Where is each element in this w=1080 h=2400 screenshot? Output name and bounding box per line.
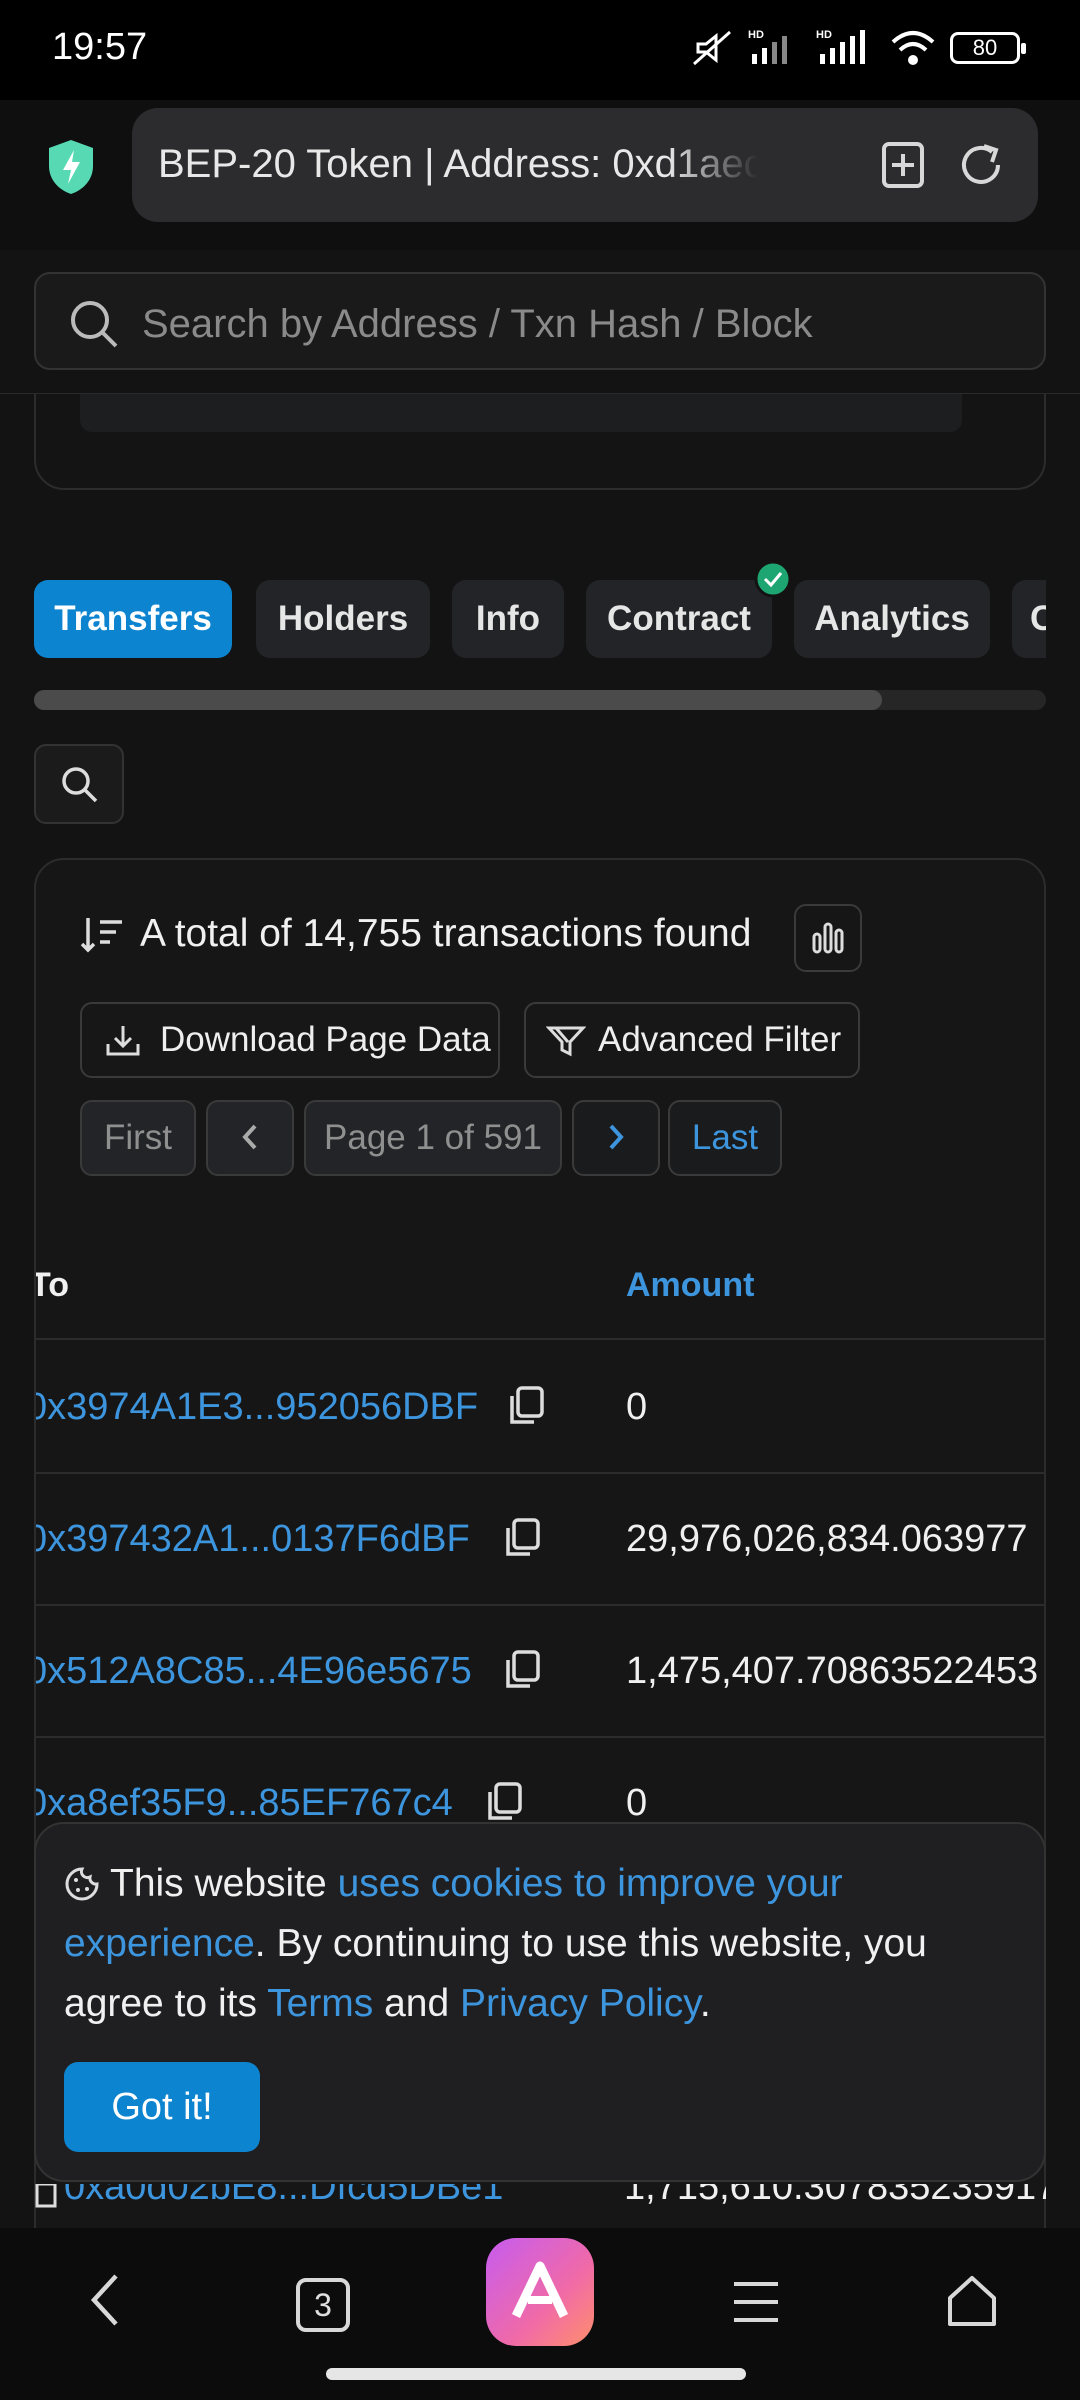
cookie-text-1: This website	[110, 1862, 338, 1905]
table-row: 0x397432A1...0137F6dBF 29,976,026,834.06…	[36, 1474, 1044, 1606]
browser-toolbar: BEP-20 Token | Address: 0xd1aec8	[0, 100, 1080, 250]
navigation-bar: 3	[0, 2228, 1080, 2400]
amount-value: 0	[626, 1782, 648, 1824]
wifi-icon	[891, 31, 935, 65]
shield-icon[interactable]	[46, 138, 96, 196]
terms-link[interactable]: Terms	[267, 1982, 373, 2025]
search-placeholder: Search by Address / Txn Hash / Block	[142, 302, 813, 346]
privacy-policy-link[interactable]: Privacy Policy	[460, 1982, 700, 2025]
search-header: Search by Address / Txn Hash / Block	[0, 250, 1080, 394]
page-indicator: Page 1 of 591	[304, 1100, 562, 1176]
tab-analytics[interactable]: Analytics	[794, 580, 990, 658]
home-icon[interactable]	[944, 2272, 1000, 2328]
download-page-data-button[interactable]: Download Page Data	[80, 1002, 500, 1078]
got-it-button[interactable]: Got it!	[64, 2062, 260, 2152]
url-title: BEP-20 Token | Address: 0xd1aec8	[158, 142, 758, 186]
amount-value: 1,475,407.70863522453	[626, 1650, 1039, 1692]
copy-icon[interactable]	[502, 1516, 542, 1560]
svg-text:HD: HD	[748, 29, 764, 41]
filter-icon	[546, 1026, 586, 1057]
status-time: 19:57	[52, 26, 148, 68]
svg-text:HD: HD	[816, 29, 832, 41]
table-row: 0xa0d02bE8...Dfcd5DBe1 1,715,610.3078352…	[34, 2184, 1046, 2228]
copy-icon[interactable]	[502, 1648, 542, 1692]
chevron-right-icon	[609, 1124, 624, 1150]
download-label: Download Page Data	[160, 1020, 491, 1059]
prev-page-button[interactable]	[206, 1100, 294, 1176]
next-page-button[interactable]	[572, 1100, 660, 1176]
cookie-text-4: .	[699, 1982, 711, 2025]
sort-icon[interactable]	[80, 914, 124, 954]
to-address-link[interactable]: 0x397432A1...0137F6dBF	[36, 1518, 470, 1561]
amount-value: 1,715,610.307835235917	[624, 2184, 1046, 2208]
transactions-total-text: A total of 14,755 transactions found	[140, 912, 752, 955]
to-address-link[interactable]: 0x3974A1E3...952056DBF	[36, 1386, 478, 1429]
mute-icon	[693, 30, 731, 66]
cookie-banner: This website uses cookies to improve you…	[34, 1822, 1046, 2182]
tab-info[interactable]: Info	[452, 580, 564, 658]
tab-holders[interactable]: Holders	[256, 580, 430, 658]
add-bookmark-icon[interactable]	[876, 138, 930, 192]
app-icon[interactable]	[486, 2238, 594, 2346]
table-row: 0x3974A1E3...952056DBF 0	[36, 1342, 1044, 1474]
reload-icon[interactable]	[954, 138, 1008, 192]
signal-hd-icon: HD	[748, 29, 787, 64]
home-indicator[interactable]	[326, 2368, 746, 2380]
tab-contract[interactable]: Contract	[586, 580, 772, 658]
cookie-text: This website uses cookies to improve you…	[64, 1854, 1004, 2034]
menu-icon[interactable]	[730, 2276, 782, 2328]
token-tabs: Transfers Holders Info Contract Analytic…	[34, 580, 1046, 662]
filter-label: Advanced Filter	[598, 1020, 842, 1059]
tab-more[interactable]: C	[1012, 580, 1046, 658]
chart-button[interactable]	[794, 904, 862, 972]
download-icon	[106, 1026, 140, 1056]
copy-icon[interactable]	[484, 1780, 524, 1824]
transactions-total: A total of 14,755 transactions found	[80, 912, 751, 956]
column-header-amount[interactable]: Amount	[626, 1266, 754, 1305]
search-icon	[71, 301, 118, 348]
copy-icon[interactable]	[506, 1384, 546, 1428]
signal-hd-icon: HD	[816, 29, 865, 64]
document-icon	[35, 2184, 57, 2208]
tabs-scrollbar-thumb[interactable]	[34, 690, 882, 710]
to-address-link[interactable]: 0xa0d02bE8...Dfcd5DBe1	[64, 2184, 503, 2209]
tabs-icon[interactable]: 3	[296, 2278, 350, 2332]
tab-transfers[interactable]: Transfers	[34, 580, 232, 658]
search-input[interactable]: Search by Address / Txn Hash / Block	[34, 272, 1046, 370]
search-icon	[62, 767, 98, 803]
app-logo-icon	[511, 2261, 569, 2318]
last-page-button[interactable]: Last	[668, 1100, 782, 1176]
status-icons: HD HD 80	[690, 28, 1026, 68]
table-row: 0x512A8C85...4E96e5675 1,475,407.7086352…	[36, 1606, 1044, 1738]
filter-search-button[interactable]	[34, 744, 124, 824]
amount-value: 29,976,026,834.063977	[626, 1518, 1028, 1560]
cookie-icon	[65, 1867, 99, 1901]
to-address-link[interactable]: 0xa8ef35F9...85EF767c4	[36, 1782, 453, 1825]
back-icon[interactable]	[86, 2270, 126, 2330]
status-bar: 19:57 HD HD 80	[0, 0, 1080, 100]
cookie-text-3: and	[373, 1982, 460, 2025]
amount-value: 0	[626, 1386, 648, 1428]
tabs-scrollbar[interactable]	[34, 690, 1046, 710]
to-address-link[interactable]: 0x512A8C85...4E96e5675	[36, 1650, 472, 1693]
bar-chart-icon	[812, 922, 844, 954]
advanced-filter-button[interactable]: Advanced Filter	[524, 1002, 860, 1078]
table-header: To Amount	[36, 1230, 1044, 1340]
battery-icon: 80	[950, 32, 1026, 64]
web-page: Search by Address / Txn Hash / Block Tra…	[0, 250, 1080, 2228]
url-bar[interactable]: BEP-20 Token | Address: 0xd1aec8	[132, 108, 1038, 222]
first-page-button[interactable]: First	[80, 1100, 196, 1176]
verified-check-icon	[754, 560, 792, 598]
chevron-left-icon	[242, 1124, 257, 1150]
column-header-to: To	[36, 1266, 70, 1304]
